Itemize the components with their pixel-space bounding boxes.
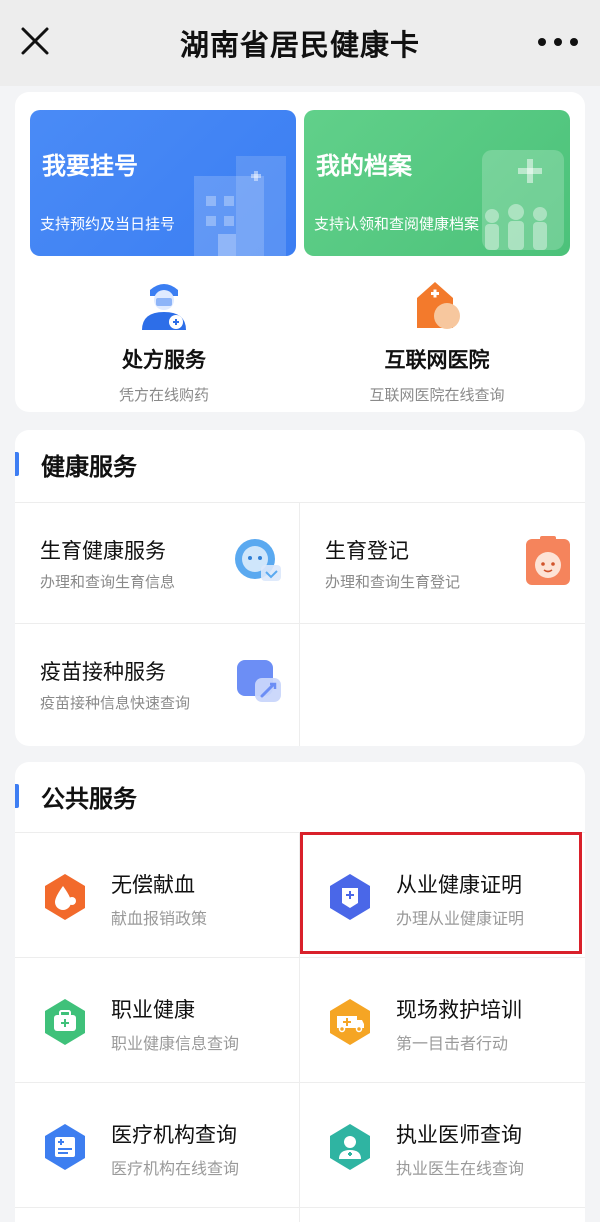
section-accent-bar bbox=[15, 452, 19, 476]
public-item-occupational-health[interactable]: 职业健康 职业健康信息查询 bbox=[15, 958, 299, 1082]
page-title: 湖南省居民健康卡 bbox=[179, 28, 420, 62]
section-header: 公共服务 bbox=[15, 780, 137, 813]
ambulance-icon bbox=[330, 999, 370, 1045]
register-banner[interactable]: 我要挂号 支持预约及当日挂号 bbox=[30, 110, 296, 256]
online-hospital-subtitle: 互联网医院在线查询 bbox=[369, 386, 505, 404]
online-hospital-icon bbox=[417, 282, 460, 329]
item-title: 执业医师查询 bbox=[396, 1123, 522, 1147]
more-icon[interactable] bbox=[538, 30, 578, 54]
item-subtitle: 办理和查询生育登记 bbox=[325, 573, 461, 591]
health-item-vaccine[interactable]: 疫苗接种服务 疫苗接种信息快速查询 bbox=[15, 624, 299, 744]
records-subtitle: 支持认领和查阅健康档案 bbox=[314, 215, 480, 233]
item-title: 从业健康证明 bbox=[396, 873, 522, 897]
public-services-card: 公共服务 无偿献血 献血报销政策 从业健康证明 办理从业健康证明 职业健康 职业… bbox=[15, 762, 585, 1222]
medical-kit-icon bbox=[45, 999, 85, 1045]
health-item-fertility[interactable]: 生育健康服务 办理和查询生育信息 bbox=[15, 503, 299, 623]
item-title: 无偿献血 bbox=[111, 873, 195, 897]
baby-card-icon bbox=[235, 539, 281, 581]
section-header: 健康服务 bbox=[15, 448, 137, 481]
close-icon[interactable] bbox=[18, 24, 52, 58]
prescription-subtitle: 凭方在线购药 bbox=[118, 386, 209, 404]
item-subtitle: 办理从业健康证明 bbox=[396, 909, 525, 928]
section-accent-bar bbox=[15, 784, 19, 808]
hospital-id-icon bbox=[45, 1124, 85, 1170]
item-title: 生育登记 bbox=[325, 539, 409, 563]
records-banner[interactable]: 我的档案 支持认领和查阅健康档案 bbox=[304, 110, 570, 256]
item-subtitle: 疫苗接种信息快速查询 bbox=[40, 694, 191, 712]
section-title: 公共服务 bbox=[41, 784, 137, 813]
records-title: 我的档案 bbox=[316, 152, 412, 180]
health-item-birth-registration[interactable]: 生育登记 办理和查询生育登记 bbox=[300, 503, 584, 623]
item-subtitle: 献血报销政策 bbox=[111, 909, 208, 928]
item-subtitle: 办理和查询生育信息 bbox=[40, 573, 176, 591]
item-title: 疫苗接种服务 bbox=[40, 660, 166, 684]
physician-icon bbox=[330, 1124, 370, 1170]
section-title: 健康服务 bbox=[41, 452, 137, 481]
quick-services-card: 我要挂号 支持预约及当日挂号 我的档案 支持认领和查阅健康档案 处方服务 凭方在… bbox=[15, 92, 585, 412]
online-hospital-title: 互联网医院 bbox=[384, 348, 490, 372]
doctor-icon bbox=[142, 284, 186, 330]
online-hospital-service[interactable]: 互联网医院 互联网医院在线查询 bbox=[337, 278, 537, 405]
blood-drop-icon bbox=[45, 874, 85, 920]
prescription-service[interactable]: 处方服务 凭方在线购药 bbox=[64, 278, 264, 405]
public-item-blood-donation[interactable]: 无偿献血 献血报销政策 bbox=[15, 833, 299, 957]
item-title: 医疗机构查询 bbox=[111, 1123, 237, 1147]
item-title: 现场救护培训 bbox=[396, 998, 522, 1022]
prescription-title: 处方服务 bbox=[122, 348, 206, 372]
item-subtitle: 第一目击者行动 bbox=[396, 1034, 509, 1053]
public-item-medical-institution-search[interactable]: 医疗机构查询 医疗机构在线查询 bbox=[15, 1083, 299, 1207]
item-title: 生育健康服务 bbox=[40, 539, 166, 563]
hospital-building-icon bbox=[194, 156, 286, 256]
item-subtitle: 职业健康信息查询 bbox=[111, 1034, 240, 1053]
item-subtitle: 执业医生在线查询 bbox=[396, 1159, 525, 1178]
vaccine-icon bbox=[237, 660, 281, 702]
nav-bar: 湖南省居民健康卡 bbox=[0, 0, 600, 86]
register-title: 我要挂号 bbox=[42, 152, 138, 180]
item-subtitle: 医疗机构在线查询 bbox=[111, 1159, 240, 1178]
public-item-physician-search[interactable]: 执业医师查询 执业医生在线查询 bbox=[300, 1083, 584, 1207]
health-services-card: 健康服务 生育健康服务 办理和查询生育信息 生育登记 办理和查询生育登记 疫苗接… bbox=[15, 430, 585, 746]
health-certificate-icon bbox=[330, 874, 370, 920]
family-record-icon bbox=[482, 150, 564, 250]
public-item-health-certificate[interactable]: 从业健康证明 办理从业健康证明 bbox=[300, 833, 584, 957]
item-title: 职业健康 bbox=[111, 998, 195, 1022]
birth-registration-icon bbox=[526, 536, 570, 585]
public-item-first-aid-training[interactable]: 现场救护培训 第一目击者行动 bbox=[300, 958, 584, 1082]
divider bbox=[15, 1207, 585, 1208]
register-subtitle: 支持预约及当日挂号 bbox=[40, 215, 176, 233]
